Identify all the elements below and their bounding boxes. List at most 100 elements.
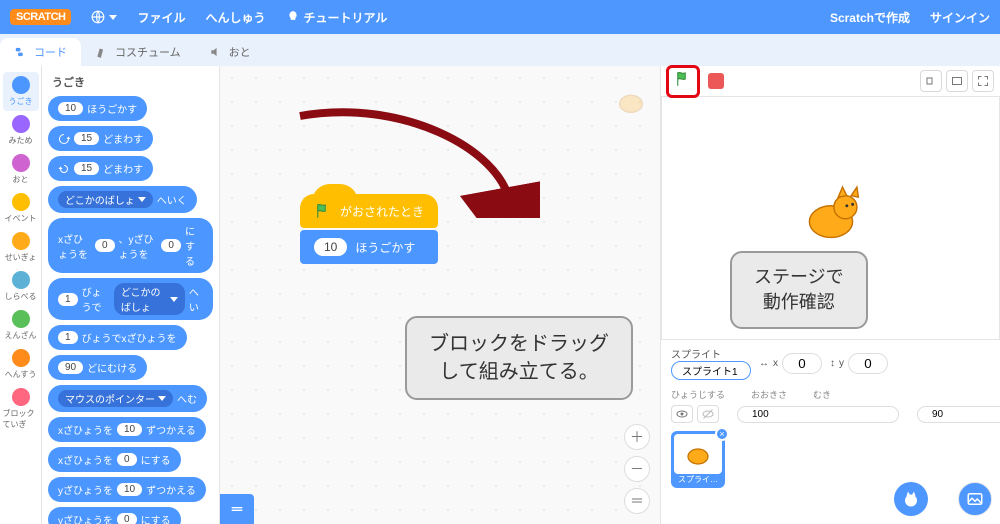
code-icon	[14, 45, 28, 59]
sprite-heading: スプライト	[671, 346, 751, 361]
sprite-info-panel: スプライト ↔ x ↕ y ひょうじする おおきさ むき	[661, 340, 1000, 524]
category-sensing[interactable]: しらべる	[3, 267, 39, 306]
chevron-down-icon	[109, 15, 117, 20]
sprite-y-input[interactable]	[848, 353, 888, 374]
eye-off-icon	[702, 408, 714, 420]
cat-icon	[681, 439, 715, 469]
block-set-y[interactable]: yざひょうを0にする	[48, 507, 181, 524]
create-link[interactable]: Scratchで作成	[820, 0, 920, 34]
category-variables[interactable]: へんすう	[3, 345, 39, 384]
sprite-size-input[interactable]	[737, 406, 899, 423]
stage-controls	[660, 66, 1000, 96]
zoom-out-button[interactable]: －	[624, 456, 650, 482]
delete-sprite-button[interactable]: ×	[715, 427, 729, 441]
category-myblocks[interactable]: ブロックていぎ	[3, 384, 39, 434]
add-backdrop-button[interactable]	[958, 482, 992, 516]
turn-cw-icon	[58, 133, 70, 145]
stop-button[interactable]	[708, 73, 724, 89]
block-move-steps[interactable]: 10ほうごかす	[48, 96, 147, 121]
category-operators[interactable]: えんざん	[3, 306, 39, 345]
sprite-direction-input[interactable]	[917, 406, 1000, 423]
direction-label: むき	[813, 388, 831, 401]
edit-menu[interactable]: へんしゅう	[195, 0, 275, 34]
sprite-y: ↕ y	[830, 353, 888, 374]
category-events[interactable]: イベント	[3, 189, 39, 228]
block-change-y[interactable]: yざひょうを10ずつかえる	[48, 477, 206, 502]
tutorial-label: チュートリアル	[304, 9, 388, 26]
block-goto[interactable]: どこかのばしょへいく	[48, 186, 197, 213]
block-move-steps-instance[interactable]: 10 ほうごかす	[300, 230, 438, 264]
tab-sounds-label: おと	[229, 44, 251, 60]
large-stage-button[interactable]	[946, 70, 968, 92]
sprite-on-stage[interactable]	[795, 178, 867, 250]
sprite-x-input[interactable]	[782, 353, 822, 374]
block-glide-to[interactable]: 1びょうでどこかのばしょへい	[48, 278, 213, 320]
chevron-down-icon	[158, 396, 166, 401]
fullscreen-button[interactable]	[972, 70, 994, 92]
image-icon	[966, 490, 984, 508]
tab-code-label: コード	[34, 44, 67, 60]
category-looks[interactable]: みため	[3, 111, 39, 150]
backpack-icon	[229, 501, 245, 517]
sound-icon	[209, 45, 223, 59]
chevron-down-icon	[170, 297, 178, 302]
small-stage-button[interactable]	[920, 70, 942, 92]
block-point-towards[interactable]: マウスのポインターへむ	[48, 385, 207, 412]
add-sprite-button[interactable]	[894, 482, 928, 516]
sprite-thumbnail[interactable]: × スプライ…	[671, 431, 725, 488]
globe-icon	[91, 10, 105, 24]
file-menu[interactable]: ファイル	[127, 0, 195, 34]
language-menu[interactable]	[81, 0, 127, 34]
green-flag-button[interactable]	[674, 70, 692, 88]
annotation-callout-2: ステージで動作確認	[730, 251, 868, 329]
size-label: おおきさ	[751, 388, 787, 401]
tab-costumes-label: コスチューム	[115, 44, 181, 60]
zoom-controls: ＋ － ＝	[624, 424, 650, 514]
show-sprite-button[interactable]	[671, 405, 693, 423]
tab-code[interactable]: コード	[0, 38, 81, 66]
tab-costumes[interactable]: コスチューム	[81, 38, 195, 66]
costume-icon	[95, 45, 109, 59]
menubar: SCRATCH ファイル へんしゅう チュートリアル Scratchで作成 サイ…	[0, 0, 1000, 34]
block-change-x[interactable]: xざひょうを10ずつかえる	[48, 417, 206, 442]
eye-icon	[676, 408, 688, 420]
category-motion[interactable]: うごき	[3, 72, 39, 111]
large-stage-icon	[951, 75, 963, 87]
block-turn-cw[interactable]: 15どまわす	[48, 126, 153, 151]
small-stage-icon	[925, 75, 937, 87]
zoom-in-button[interactable]: ＋	[624, 424, 650, 450]
backpack-toggle[interactable]	[220, 494, 254, 524]
hat-when-flag-clicked[interactable]: がおされたとき	[300, 194, 438, 228]
chevron-down-icon	[138, 197, 146, 202]
tab-strip: コード コスチューム おと	[0, 34, 1000, 66]
category-control[interactable]: せいぎょ	[3, 228, 39, 267]
hide-sprite-button[interactable]	[697, 405, 719, 423]
turn-ccw-icon	[58, 163, 70, 175]
zoom-reset-button[interactable]: ＝	[624, 488, 650, 514]
sprite-name-input[interactable]	[671, 361, 751, 380]
category-sound[interactable]: おと	[3, 150, 39, 189]
cat-face-icon	[902, 490, 920, 508]
fullscreen-icon	[977, 75, 989, 87]
block-turn-ccw[interactable]: 15どまわす	[48, 156, 153, 181]
green-flag-icon	[314, 202, 332, 220]
block-point-dir[interactable]: 90どにむける	[48, 355, 147, 380]
block-glide-xy[interactable]: 1びょうでxざひょうを	[48, 325, 187, 350]
tutorial-button[interactable]: チュートリアル	[276, 0, 398, 34]
workspace-grid	[220, 66, 660, 524]
block-set-x[interactable]: xざひょうを0にする	[48, 447, 181, 472]
stage[interactable]: ステージで動作確認	[661, 96, 1000, 340]
sprite-watermark-icon	[614, 84, 648, 118]
tab-sounds[interactable]: おと	[195, 38, 265, 66]
workspace[interactable]: がおされたとき 10 ほうごかす ブロックをドラッグして組み立てる。 ＋ － ＝	[220, 66, 660, 524]
sprite-x: ↔ x	[759, 353, 822, 374]
right-panel: ステージで動作確認 スプライト ↔ x ↕ y ひょうじする おおきさ むき	[660, 66, 1000, 524]
category-strip: うごき みため おと イベント せいぎょ しらべる えんざん へんすう ブロック…	[0, 66, 42, 524]
script-stack[interactable]: がおされたとき 10 ほうごかす	[300, 194, 438, 264]
signin-link[interactable]: サインイン	[920, 0, 1000, 34]
block-palette[interactable]: うごき 10ほうごかす 15どまわす 15どまわす どこかのばしょへいく xざひ…	[42, 66, 220, 524]
lightbulb-icon	[286, 10, 300, 24]
scratch-logo: SCRATCH	[10, 9, 71, 25]
block-goto-xy[interactable]: xざひょうを0、yざひょうを0にする	[48, 218, 213, 273]
palette-heading: うごき	[52, 74, 213, 90]
